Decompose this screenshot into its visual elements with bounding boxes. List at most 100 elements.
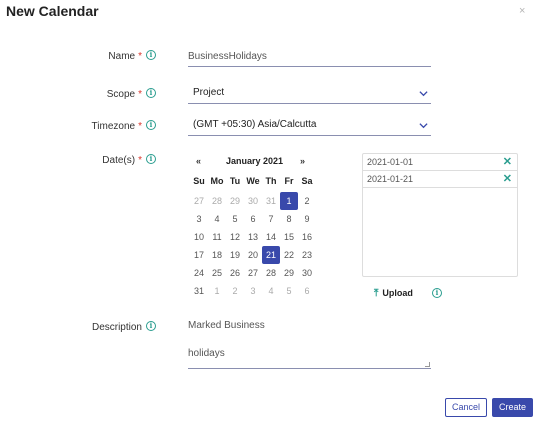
chevron-down-icon[interactable]: [419, 121, 428, 133]
calendar-day[interactable]: 6: [244, 210, 262, 228]
dates-label: Date(s): [102, 155, 136, 166]
timezone-select[interactable]: (GMT +05:30) Asia/Calcutta: [188, 119, 431, 136]
required-marker: *: [138, 155, 142, 166]
calendar-day[interactable]: 19: [226, 246, 244, 264]
calendar-day[interactable]: 28: [262, 264, 280, 282]
calendar-day[interactable]: 13: [244, 228, 262, 246]
calendar-day[interactable]: 11: [208, 228, 226, 246]
list-item: 2021-01-21 ✕: [363, 171, 517, 188]
calendar-day[interactable]: 27: [190, 192, 208, 210]
weekday-header: Fr: [284, 176, 294, 186]
upload-label: Upload: [382, 288, 413, 298]
description-label: Description: [91, 322, 142, 333]
calendar-month: January 2021: [226, 156, 284, 166]
list-item: 2021-01-01 ✕: [363, 154, 517, 171]
calendar-day[interactable]: 21: [262, 246, 280, 264]
info-icon[interactable]: i: [146, 154, 156, 165]
upload-button[interactable]: ⤒ Upload: [374, 288, 413, 299]
calendar-day[interactable]: 5: [280, 282, 298, 300]
calendar-day[interactable]: 17: [190, 246, 208, 264]
calendar-day[interactable]: 31: [262, 192, 280, 210]
calendar-day[interactable]: 2: [226, 282, 244, 300]
calendar-day[interactable]: 27: [244, 264, 262, 282]
calendar-day[interactable]: 28: [208, 192, 226, 210]
calendar-day[interactable]: 4: [208, 210, 226, 228]
weekday-header: Tu: [229, 176, 241, 186]
calendar-day[interactable]: 12: [226, 228, 244, 246]
scope-value: Project: [193, 87, 225, 98]
calendar-grid: Su Mo Tu We Th Fr Sa 27 28 29 30 31 1 2 3 4 5 6 7 8 9 10 11 12 1…: [190, 174, 314, 300]
calendar-day[interactable]: 14: [262, 228, 280, 246]
calendar-header: « January 2021 »: [190, 156, 314, 170]
calendar-day[interactable]: 3: [190, 210, 208, 228]
calendar-day[interactable]: 1: [280, 192, 298, 210]
calendar-day[interactable]: 26: [226, 264, 244, 282]
selected-date-text: 2021-01-21: [367, 174, 414, 184]
weekday-header: Th: [265, 176, 277, 186]
calendar-day[interactable]: 15: [280, 228, 298, 246]
calendar-day[interactable]: 29: [226, 192, 244, 210]
scope-label-row: Scope * i: [6, 88, 156, 100]
required-marker: *: [138, 51, 142, 62]
calendar-day[interactable]: 3: [244, 282, 262, 300]
calendar-day[interactable]: 8: [280, 210, 298, 228]
calendar-day[interactable]: 30: [244, 192, 262, 210]
cancel-button[interactable]: Cancel: [445, 398, 487, 417]
remove-date-icon[interactable]: ✕: [503, 171, 512, 188]
date-picker: « January 2021 » Su Mo Tu We Th Fr Sa 27 28 29 30 3…: [190, 156, 314, 300]
calendar-day[interactable]: 9: [298, 210, 316, 228]
calendar-day[interactable]: 5: [226, 210, 244, 228]
weekday-header: Mo: [210, 176, 224, 186]
required-marker: *: [138, 121, 142, 132]
calendar-day[interactable]: 24: [190, 264, 208, 282]
calendar-day[interactable]: 7: [262, 210, 280, 228]
calendar-day[interactable]: 20: [244, 246, 262, 264]
name-field[interactable]: BusinessHolidays: [188, 51, 431, 67]
description-line: Marked Business: [188, 320, 265, 331]
calendar-day[interactable]: 23: [298, 246, 316, 264]
calendar-day[interactable]: 1: [208, 282, 226, 300]
dates-label-row: Date(s) * i: [6, 154, 156, 166]
calendar-day[interactable]: 10: [190, 228, 208, 246]
selected-dates-list: 2021-01-01 ✕ 2021-01-21 ✕: [362, 153, 518, 277]
scope-label: Scope: [106, 89, 136, 100]
prev-month-button[interactable]: «: [196, 156, 201, 166]
scope-select[interactable]: Project: [188, 87, 431, 104]
selected-date-text: 2021-01-01: [367, 157, 414, 167]
info-icon[interactable]: i: [146, 120, 156, 131]
dialog-title: New Calendar: [6, 3, 99, 19]
weekday-header: We: [246, 176, 260, 186]
calendar-day[interactable]: 25: [208, 264, 226, 282]
timezone-label: Timezone: [91, 121, 136, 132]
calendar-day[interactable]: 31: [190, 282, 208, 300]
calendar-day[interactable]: 6: [298, 282, 316, 300]
next-month-button[interactable]: »: [300, 156, 305, 166]
timezone-label-row: Timezone * i: [6, 120, 156, 132]
calendar-day[interactable]: 22: [280, 246, 298, 264]
description-textarea[interactable]: Marked Business holidays: [188, 320, 431, 369]
weekday-header: Sa: [301, 176, 313, 186]
info-icon[interactable]: i: [146, 50, 156, 61]
info-icon[interactable]: i: [146, 88, 156, 99]
name-label-row: Name * i: [6, 50, 156, 62]
upload-icon: ⤒: [374, 288, 379, 299]
close-icon[interactable]: ×: [519, 5, 525, 17]
calendar-day[interactable]: 16: [298, 228, 316, 246]
timezone-value: (GMT +05:30) Asia/Calcutta: [193, 119, 317, 130]
resize-handle[interactable]: [425, 362, 430, 367]
remove-date-icon[interactable]: ✕: [503, 154, 512, 171]
description-line: holidays: [188, 348, 225, 359]
calendar-day[interactable]: 18: [208, 246, 226, 264]
name-label: Name: [108, 51, 136, 62]
info-icon[interactable]: i: [432, 288, 442, 298]
weekday-header: Su: [193, 176, 205, 186]
calendar-day[interactable]: 29: [280, 264, 298, 282]
required-marker: *: [138, 89, 142, 100]
create-button[interactable]: Create: [492, 398, 533, 417]
calendar-day[interactable]: 4: [262, 282, 280, 300]
info-icon[interactable]: i: [146, 321, 156, 332]
calendar-day[interactable]: 30: [298, 264, 316, 282]
chevron-down-icon[interactable]: [419, 89, 428, 101]
description-label-row: Description i: [6, 321, 156, 333]
calendar-day[interactable]: 2: [298, 192, 316, 210]
